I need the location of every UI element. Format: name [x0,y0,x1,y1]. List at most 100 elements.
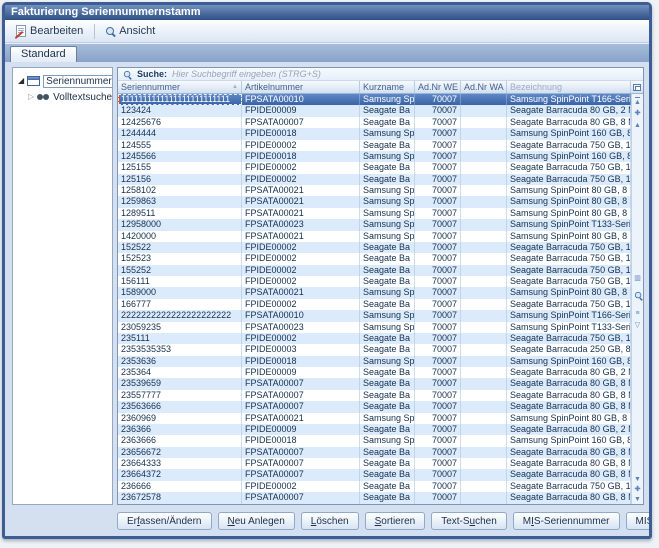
table-row[interactable]: 23672578FPSATA00007Seagate Ba70007Seagat… [118,492,631,503]
erfassen-aendern-button[interactable]: Erfassen/Ändern [117,512,212,530]
column-header-artikelnummer[interactable]: Artikelnummer [242,81,360,93]
window-title: Fakturierung Seriennummernstamm [5,5,649,20]
table-row[interactable]: 2353636FPIDE00018Samsung Sp70007Samsung … [118,356,631,367]
magnifier-icon [106,27,115,36]
mis-seriennummernbewegungen-button[interactable]: MIS-Seriennummernbewegungen [626,512,653,530]
column-header-adnr-we[interactable]: Ad.Nr WE [415,81,461,93]
cell-seriennummer: 2363666 [118,435,242,446]
cell-kurzname: Seagate Ba [360,242,415,253]
table-row[interactable]: 123424FPIDE00009Seagate Ba70007Seagate B… [118,105,631,116]
column-header-label: Ad.Nr WA [464,82,504,92]
tab-standard[interactable]: Standard [10,46,77,62]
view-grid-icon[interactable]: ▥ [632,275,643,283]
table-row[interactable]: 235364FPIDE00009Seagate Ba70007Seagate B… [118,367,631,378]
rows-menu-icon[interactable]: ≡ [632,310,643,318]
expander-collapsed-icon[interactable]: ▷ [28,93,34,101]
search-input[interactable]: Hier Suchbegriff eingeben (STRG+S) [172,69,321,79]
table-row[interactable]: 12958000FPSATA00023Samsung Sp70007Samsun… [118,219,631,230]
table-row[interactable]: 2222222222222222222222FPSATA00010Samsung… [118,310,631,321]
column-header-label: Seriennummer [121,82,180,92]
grid-body: 1111111111111111111111111FPSATA00010Sams… [118,94,643,504]
ansicht-menu-button[interactable]: Ansicht [100,23,161,39]
zoom-search-icon[interactable] [634,287,643,305]
table-row[interactable]: 2353535353FPIDE00003Seagate Ba70007Seaga… [118,344,631,355]
cell-bezeichnung: Seagate Barracuda 250 GB, 8 MB, 7200 [507,344,631,355]
table-row[interactable]: 23059235FPSATA00023Samsung Sp70007Samsun… [118,322,631,333]
table-row[interactable]: 235111FPIDE00002Seagate Ba70007Seagate B… [118,333,631,344]
grid-scrollbar[interactable]: ▲ ✚ ▲ ▥ ≡ ▽ ▼ ✚ ▼ [631,94,643,504]
scroll-up-fast-icon[interactable]: ✚ [632,110,643,118]
cell-seriennummer: 23664333 [118,458,242,469]
cell-bezeichnung: Seagate Barracuda 750 GB, 16 MB, 7200 [507,276,631,287]
table-row[interactable]: 236666FPIDE00002Seagate Ba70007Seagate B… [118,481,631,492]
table-row[interactable]: 23656672FPSATA00007Seagate Ba70007Seagat… [118,447,631,458]
cell-seriennummer: 23563666 [118,401,242,412]
table-row[interactable]: 1420000FPSATA00021Samsung Sp70007Samsung… [118,231,631,242]
mis-seriennummer-button[interactable]: MIS-Seriennummer [513,512,620,530]
loeschen-button[interactable]: Löschen [301,512,359,530]
cell-artikelnummer: FPSATA00007 [242,401,360,412]
table-row[interactable]: 1258102FPSATA00021Samsung Sp70007Samsung… [118,185,631,196]
cell-seriennummer: 124555 [118,140,242,151]
cell-kurzname: Seagate Ba [360,458,415,469]
column-header-seriennummer[interactable]: Seriennummer▲ [118,81,242,93]
table-row[interactable]: 23539659FPSATA00007Seagate Ba70007Seagat… [118,378,631,389]
tree-item-seriennummernauswahl[interactable]: ◢ Seriennummernauswahl [13,73,112,89]
table-row[interactable]: 1289511FPSATA00021Samsung Sp70007Samsung… [118,208,631,219]
scroll-up-icon[interactable]: ▲ [632,122,643,130]
edit-document-icon [16,25,26,37]
table-row[interactable]: 1245566FPIDE00018Samsung Sp70007Samsung … [118,151,631,162]
table-row[interactable]: 152523FPIDE00002Seagate Ba70007Seagate B… [118,253,631,264]
table-row[interactable]: 156111FPIDE00002Seagate Ba70007Seagate B… [118,276,631,287]
column-header-adnr-wa[interactable]: Ad.Nr WA [461,81,507,93]
table-row[interactable]: 125155FPIDE00002Seagate Ba70007Seagate B… [118,162,631,173]
cell-adnr-we: 70007 [415,424,461,435]
table-row[interactable]: 1111111111111111111111111FPSATA00010Sams… [118,94,631,105]
scroll-down-fast-icon[interactable]: ✚ [632,486,643,494]
cell-artikelnummer: FPIDE00018 [242,128,360,139]
table-row[interactable]: 166777FPIDE00002Seagate Ba70007Seagate B… [118,299,631,310]
search-panel[interactable]: Suche: Hier Suchbegriff eingeben (STRG+S… [118,68,643,81]
cell-adnr-wa [461,401,507,412]
scroll-down-icon[interactable]: ▼ [632,476,643,484]
table-row[interactable]: 1244444FPIDE00018Samsung Sp70007Samsung … [118,128,631,139]
column-header-bezeichnung[interactable]: Bezeichnung [507,81,631,93]
cell-kurzname: Seagate Ba [360,105,415,116]
table-row[interactable]: 23557777FPSATA00007Seagate Ba70007Seagat… [118,390,631,401]
tree-item-volltextsuche[interactable]: ▷ Volltextsuche [13,89,112,105]
table-row[interactable]: 23563666FPSATA00007Seagate Ba70007Seagat… [118,401,631,412]
table-row[interactable]: 236366FPIDE00009Seagate Ba70007Seagate B… [118,424,631,435]
cell-seriennummer: 1289511 [118,208,242,219]
table-row[interactable]: 125156FPIDE00002Seagate Ba70007Seagate B… [118,174,631,185]
cell-bezeichnung: Samsung SpinPoint 160 GB, 8 MB, 7200 [507,128,631,139]
expander-expanded-icon[interactable]: ◢ [18,77,24,85]
cell-bezeichnung: Seagate Barracuda 750 GB, 16 MB, 7200 [507,299,631,310]
sortieren-button[interactable]: Sortieren [365,512,426,530]
bearbeiten-menu-button[interactable]: Bearbeiten [10,23,89,39]
table-row[interactable]: 12425676FPSATA00007Seagate Ba70007Seagat… [118,117,631,128]
cell-bezeichnung: Samsung SpinPoint 80 GB, 8 MB, 7200, S-A [507,185,631,196]
table-row[interactable]: 23664372FPSATA00007Seagate Ba70007Seagat… [118,469,631,480]
filter-icon[interactable]: ▽ [632,322,643,330]
column-chooser-button[interactable] [631,81,643,93]
table-row[interactable]: 2363666FPIDE00018Samsung Sp70007Samsung … [118,435,631,446]
cell-adnr-we: 70007 [415,140,461,151]
scroll-to-bottom-icon[interactable]: ▼ [632,496,643,504]
table-row[interactable]: 1259863FPSATA00021Samsung Sp70007Samsung… [118,196,631,207]
table-row[interactable]: 155252FPIDE00002Seagate Ba70007Seagate B… [118,265,631,276]
cell-kurzname: Samsung Sp [360,413,415,424]
table-row[interactable]: 124555FPIDE00002Seagate Ba70007Seagate B… [118,140,631,151]
table-row[interactable]: 1589000FPSATA00021Samsung Sp70007Samsung… [118,287,631,298]
cell-adnr-wa [461,492,507,503]
text-suchen-button[interactable]: Text-Suchen [431,512,507,530]
cell-seriennummer: 1259863 [118,196,242,207]
table-row[interactable]: 23664333FPSATA00007Seagate Ba70007Seagat… [118,458,631,469]
cell-seriennummer: 2353535353 [118,344,242,355]
neu-anlegen-button[interactable]: Neu Anlegen [218,512,295,530]
cell-adnr-wa [461,105,507,116]
scroll-to-top-icon[interactable]: ▲ [632,97,643,107]
table-row[interactable]: 152522FPIDE00002Seagate Ba70007Seagate B… [118,242,631,253]
table-row[interactable]: 2360969FPSATA00021Samsung Sp70007Samsung… [118,413,631,424]
cell-bezeichnung: Seagate Barracuda 750 GB, 16 MB, 7200 [507,265,631,276]
column-header-kurzname[interactable]: Kurzname [360,81,415,93]
